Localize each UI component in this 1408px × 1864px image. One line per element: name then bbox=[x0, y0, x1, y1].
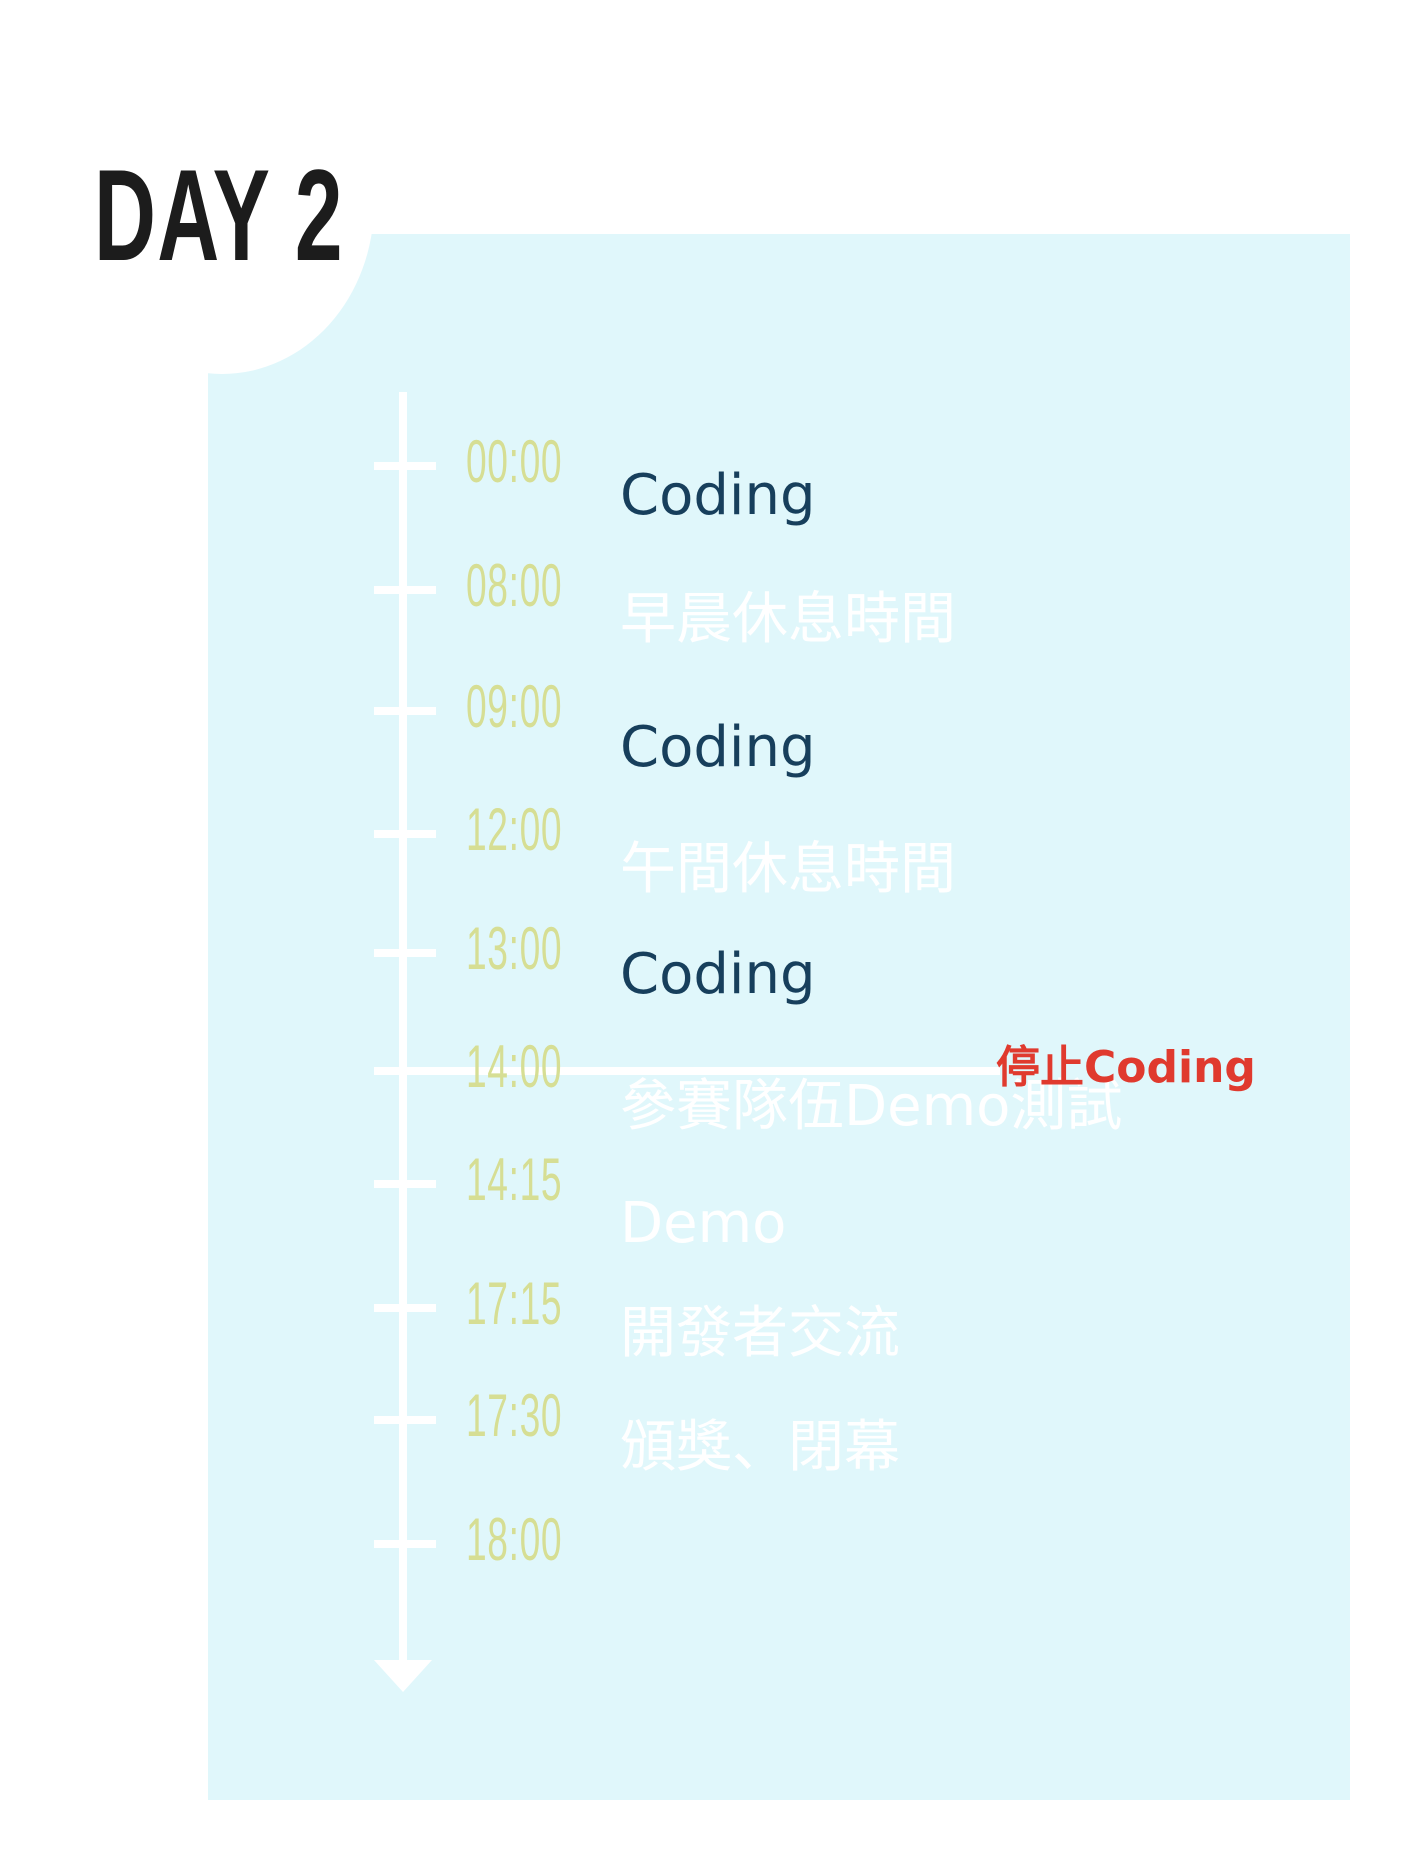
event-label: Coding bbox=[620, 942, 816, 1007]
time-label: 08:00 bbox=[466, 552, 563, 619]
timeline-arrow-icon bbox=[374, 1660, 432, 1692]
time-label: 14:15 bbox=[466, 1146, 563, 1213]
event-label: 開發者交流 bbox=[620, 1301, 900, 1366]
time-label: 17:30 bbox=[466, 1382, 563, 1449]
time-label: 18:00 bbox=[466, 1506, 563, 1573]
schedule-page: DAY 2 00:00 08:00 09:00 12:00 13:00 14:00 14:1… bbox=[0, 0, 1408, 1864]
event-label: Demo bbox=[620, 1191, 787, 1256]
event-label: 頒獎、閉幕 bbox=[620, 1415, 900, 1480]
event-label: Coding bbox=[620, 463, 816, 528]
time-label: 13:00 bbox=[466, 915, 563, 982]
time-label: 09:00 bbox=[466, 673, 563, 740]
time-label: 00:00 bbox=[466, 428, 563, 495]
time-label: 14:00 bbox=[466, 1033, 563, 1100]
stop-coding-label: 停止Coding bbox=[996, 1042, 1256, 1093]
event-label: 午間休息時間 bbox=[620, 837, 956, 902]
time-label: 12:00 bbox=[466, 796, 563, 863]
event-label: 早晨休息時間 bbox=[620, 587, 956, 652]
time-label: 17:15 bbox=[466, 1270, 563, 1337]
event-label: Coding bbox=[620, 715, 816, 780]
timeline bbox=[374, 392, 1000, 1692]
